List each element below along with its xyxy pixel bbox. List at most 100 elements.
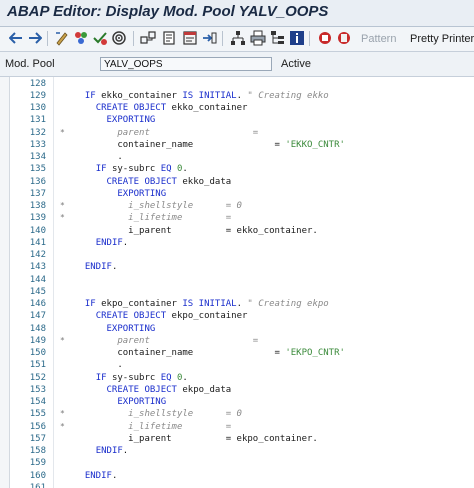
code-line[interactable]: 151 . [0,359,474,371]
line-number: 135 [29,164,46,175]
line-number: 129 [29,90,46,101]
code-line[interactable]: 136 CREATE OBJECT ekko_data [0,176,474,188]
line-number: 132 [29,127,46,138]
code-line[interactable]: 142 [0,249,474,261]
code-line[interactable]: 130 CREATE OBJECT ekko_container [0,102,474,114]
check-syntax-icon[interactable] [92,30,108,46]
session-breakpoint-icon[interactable] [336,30,352,46]
code-line[interactable]: 141 ENDIF. [0,237,474,249]
code-line[interactable]: 156 * i_lifetime = [0,421,474,433]
code-line[interactable]: 146 IF ekpo_container IS INITIAL. " Crea… [0,298,474,310]
code-text: i_parent = ekko_container. [74,225,318,237]
code-token: i_lifetime = [74,421,232,432]
line-number: 160 [29,470,46,481]
code-token: IS INITIAL [182,299,237,309]
code-line[interactable]: 140 i_parent = ekko_container. [0,225,474,237]
code-line[interactable]: 135 IF sy-subrc EQ 0. [0,163,474,175]
code-text: IF ekpo_container IS INITIAL. " Creating… [74,298,329,310]
info-icon[interactable] [289,30,305,46]
code-token: . [111,262,118,273]
pretty-printer-button[interactable]: Pretty Printer [410,31,474,47]
navigation-window-icon[interactable] [182,30,198,46]
program-name-field[interactable]: YALV_OOPS [100,57,272,71]
where-used-list-icon[interactable] [140,30,156,46]
code-line[interactable]: 144 [0,274,474,286]
code-text: CREATE OBJECT ekpo_container [74,310,248,322]
code-editor[interactable]: 128 129 IF ekko_container IS INITIAL. " C… [0,77,474,488]
code-line[interactable]: 149 * parent = [0,335,474,347]
code-token: container_name = [74,348,286,358]
code-text: EXPORTING [74,114,156,126]
code-token: . [182,372,188,383]
code-line[interactable]: 152 IF sy-subrc EQ 0. [0,372,474,384]
code-line[interactable]: 129 IF ekko_container IS INITIAL. " Crea… [0,90,474,102]
forward-arrow-icon[interactable] [27,30,43,46]
tree-icon[interactable] [270,30,286,46]
code-line[interactable]: 128 [0,78,474,90]
code-line[interactable]: 145 [0,286,474,298]
code-text: ENDIF. [74,445,129,457]
comment-marker: * [60,127,65,137]
code-token: " Creating ekpo [247,299,329,309]
breakpoint-icon[interactable] [317,30,333,46]
line-number: 153 [29,384,46,395]
line-number: 147 [29,311,46,322]
code-line[interactable]: 132 * parent = [0,127,474,139]
code-line[interactable]: 158 ENDIF. [0,445,474,457]
code-token: i_shellstyle = 0 [74,409,242,420]
code-token: . [122,446,129,456]
code-text: i_lifetime = [74,212,231,224]
code-line[interactable]: 150 container_name = 'EKPO_CNTR' [0,347,474,359]
display-change-icon[interactable] [54,30,70,46]
code-line[interactable]: 133 container_name = 'EKKO_CNTR' [0,139,474,151]
back-arrow-icon[interactable] [8,30,24,46]
code-line[interactable]: 138 * i_shellstyle = 0 [0,200,474,212]
code-token: . [236,299,248,309]
code-token: . [122,237,129,248]
window-title: ABAP Editor: Display Mod. Pool YALV_OOPS [7,3,329,20]
object-list-icon[interactable] [161,30,177,46]
code-text: ENDIF. [74,237,129,249]
code-token: . [236,90,248,101]
code-token: IF [84,299,96,309]
line-number: 148 [29,323,46,334]
activate-icon[interactable] [111,30,127,46]
code-line[interactable]: 143 ENDIF. [0,261,474,273]
comment-marker: * [60,335,65,345]
code-line[interactable]: 137 EXPORTING [0,188,474,200]
code-text: EXPORTING [74,396,166,408]
print-icon[interactable] [250,30,266,46]
pattern-button[interactable]: Pattern [361,31,396,47]
code-line[interactable]: 160 ENDIF. [0,470,474,482]
line-number: 140 [29,225,46,236]
code-line[interactable]: 134 . [0,151,474,163]
code-token: ekko_container [95,90,183,101]
code-line[interactable]: 148 EXPORTING [0,323,474,335]
code-line[interactable]: 147 CREATE OBJECT ekpo_container [0,310,474,322]
hierarchy-icon[interactable] [230,30,246,46]
code-line[interactable]: 157 i_parent = ekpo_container. [0,433,474,445]
code-token: ENDIF [95,446,123,456]
line-number: 143 [29,262,46,273]
code-line[interactable]: 131 EXPORTING [0,114,474,126]
code-text: EXPORTING [74,188,166,200]
toolbar-separator [133,31,134,46]
code-text: EXPORTING [74,323,156,335]
comment-marker: * [60,421,65,431]
code-text: i_parent = ekpo_container. [74,433,318,445]
code-token: EXPORTING [106,323,156,334]
code-line[interactable]: 139 * i_lifetime = [0,212,474,224]
code-line[interactable]: 159 [0,457,474,469]
code-line[interactable]: 155 * i_shellstyle = 0 [0,408,474,420]
code-line[interactable]: 154 EXPORTING [0,396,474,408]
other-object-icon[interactable] [73,30,89,46]
code-line[interactable]: 153 CREATE OBJECT ekpo_data [0,384,474,396]
line-number: 144 [29,274,46,285]
code-line[interactable]: 161 [0,482,474,488]
enhance-icon[interactable] [201,30,217,46]
line-number: 128 [29,78,46,89]
toolbar-separator [47,31,48,46]
code-token: EQ [160,372,172,383]
